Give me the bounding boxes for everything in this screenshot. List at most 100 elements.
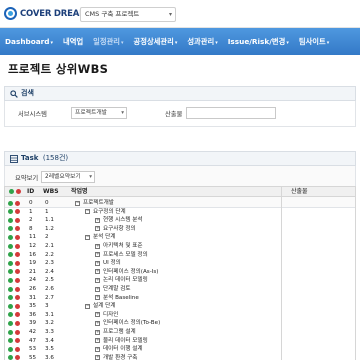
nav-schedule[interactable]: 일정관리▾ [88, 37, 128, 47]
nav-team-site[interactable]: 팀사이트▾ [294, 37, 334, 47]
table-row[interactable]: 21 2.4 + 인터페이스 정의(As-Is) [5, 268, 355, 276]
add-row-icon[interactable] [8, 260, 13, 266]
table-row[interactable]: 2 1.1 + 현행 시스템 분석 [5, 216, 355, 224]
view-mode-select[interactable]: 2레벨요약보기 [41, 171, 95, 183]
table-row[interactable]: 0 0 − 프로젝트개발 [5, 199, 355, 207]
subsystem-select[interactable]: 프로젝트개발 [71, 107, 127, 119]
expand-toggle-icon[interactable]: − [85, 209, 90, 215]
table-row[interactable]: 42 3.3 + 프로그램 설계 [5, 328, 355, 336]
expand-toggle-icon[interactable]: + [95, 295, 100, 301]
remove-row-icon[interactable] [15, 329, 20, 335]
remove-row-icon[interactable] [15, 217, 20, 223]
table-row[interactable]: 55 3.6 + 개발 환경 구축 [5, 354, 355, 360]
table-row[interactable]: 12 2.1 + 아키텍처 및 표준 [5, 242, 355, 250]
add-row-icon[interactable] [8, 252, 13, 258]
table-row[interactable]: 53 3.5 + 데이터 이행 설계 [5, 345, 355, 353]
remove-row-icon[interactable] [15, 234, 20, 240]
add-row-icon[interactable] [8, 355, 13, 360]
remove-row-icon[interactable] [15, 312, 20, 318]
project-select[interactable]: CMS 구축 프로젝트 [80, 7, 176, 22]
expand-toggle-icon[interactable]: + [95, 226, 100, 232]
nav-performance[interactable]: 성과관리▾ [182, 37, 222, 47]
expand-toggle-icon[interactable]: − [85, 303, 90, 309]
add-row-icon[interactable] [8, 209, 13, 215]
expand-toggle-icon[interactable]: + [95, 243, 100, 249]
add-row-icon[interactable] [8, 303, 13, 309]
task-grid: 0 0− 프로젝트개발 1 1− 요구정의 단계 2 1.1 + 현행 시스템 분석 8 1.2 + 요구… [4, 197, 356, 360]
table-row[interactable]: 19 2.3 + UI 정의 [5, 259, 355, 267]
add-row-icon[interactable] [8, 243, 13, 249]
table-row[interactable]: 26 2.6 + 단계말 검토 [5, 285, 355, 293]
remove-all-icon[interactable] [16, 189, 21, 194]
row-task-name: 물리 데이터 모델링 [103, 337, 148, 344]
table-row[interactable]: 16 2.2 + 프로세스 모델 정의 [5, 251, 355, 259]
remove-row-icon[interactable] [15, 286, 20, 292]
remove-row-icon[interactable] [15, 200, 20, 206]
add-row-icon[interactable] [8, 200, 13, 206]
expand-toggle-icon[interactable]: + [95, 277, 100, 283]
table-row[interactable]: 47 3.4 + 물리 데이터 모델링 [5, 337, 355, 345]
expand-toggle-icon[interactable]: + [95, 329, 100, 335]
add-row-icon[interactable] [8, 277, 13, 283]
expand-toggle-icon[interactable]: + [95, 217, 100, 223]
remove-row-icon[interactable] [15, 252, 20, 258]
add-row-icon[interactable] [8, 234, 13, 240]
nav-item-2[interactable]: 내역업 [58, 37, 88, 47]
remove-row-icon[interactable] [15, 277, 20, 283]
remove-row-icon[interactable] [15, 355, 20, 360]
nav-label: Dashboard [5, 37, 50, 46]
add-row-icon[interactable] [8, 312, 13, 318]
nav-process-detail[interactable]: 공정상세관리▾ [129, 37, 183, 47]
add-row-icon[interactable] [8, 338, 13, 344]
remove-row-icon[interactable] [15, 269, 20, 275]
remove-row-icon[interactable] [15, 338, 20, 344]
table-row[interactable]: 35 3 − 설계 단계 [5, 302, 355, 310]
remove-row-icon[interactable] [15, 303, 20, 309]
remove-row-icon[interactable] [15, 243, 20, 249]
add-all-icon[interactable] [9, 189, 14, 194]
col-wbs[interactable]: WBS [43, 187, 59, 196]
table-row[interactable]: 8 1.2 + 요구사항 정의 [5, 225, 355, 233]
row-id: 12 [29, 243, 37, 249]
expand-toggle-icon[interactable]: + [95, 252, 100, 258]
expand-toggle-icon[interactable]: + [95, 320, 100, 326]
expand-toggle-icon[interactable]: + [95, 346, 100, 352]
table-row[interactable]: 36 3.1 + 디자인 [5, 311, 355, 319]
expand-toggle-icon[interactable]: + [95, 312, 100, 318]
col-name[interactable]: 작업명 [71, 187, 88, 196]
nav-issue-risk[interactable]: Issue/Risk/변경▾ [223, 37, 294, 47]
add-row-icon[interactable] [8, 329, 13, 335]
remove-row-icon[interactable] [15, 226, 20, 232]
add-row-icon[interactable] [8, 286, 13, 292]
row-task-name: 프로젝트개발 [83, 200, 114, 206]
expand-toggle-icon[interactable]: − [75, 200, 80, 206]
row-id: 16 [29, 251, 37, 258]
table-row[interactable]: 31 2.7 + 분석 Baseline [5, 294, 355, 302]
table-row[interactable]: 24 2.5 + 논리 데이터 모델링 [5, 276, 355, 284]
add-row-icon[interactable] [8, 295, 13, 301]
remove-row-icon[interactable] [15, 209, 20, 215]
table-row[interactable]: 39 3.2 + 인터페이스 정의(To-Be) [5, 319, 355, 327]
expand-toggle-icon[interactable]: + [95, 286, 100, 292]
remove-row-icon[interactable] [15, 260, 20, 266]
table-row[interactable]: 1 1 − 요구정의 단계 [5, 208, 355, 216]
remove-row-icon[interactable] [15, 346, 20, 352]
expand-toggle-icon[interactable]: − [85, 234, 90, 240]
add-row-icon[interactable] [8, 226, 13, 232]
output-input[interactable] [186, 107, 276, 119]
remove-row-icon[interactable] [15, 295, 20, 301]
add-row-icon[interactable] [8, 320, 13, 326]
expand-toggle-icon[interactable]: + [95, 355, 100, 360]
row-id: 8 [29, 225, 33, 232]
add-row-icon[interactable] [8, 269, 13, 275]
add-row-icon[interactable] [8, 217, 13, 223]
nav-dashboard[interactable]: Dashboard▾ [0, 37, 58, 46]
col-output[interactable]: 산출물 [291, 187, 308, 196]
col-id[interactable]: ID [27, 187, 34, 196]
expand-toggle-icon[interactable]: + [95, 260, 100, 266]
add-row-icon[interactable] [8, 346, 13, 352]
expand-toggle-icon[interactable]: + [95, 338, 100, 344]
expand-toggle-icon[interactable]: + [95, 269, 100, 275]
table-row[interactable]: 11 2 − 분석 단계 [5, 233, 355, 241]
remove-row-icon[interactable] [15, 320, 20, 326]
